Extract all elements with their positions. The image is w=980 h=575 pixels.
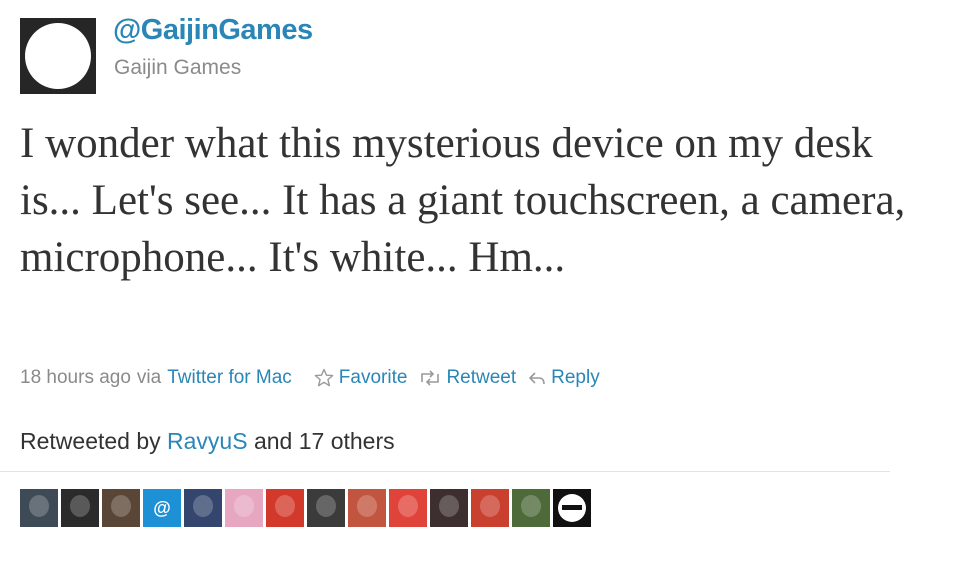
retweet-others-text: and 17 others	[253, 428, 395, 454]
tweet-timestamp[interactable]: 18 hours ago	[20, 367, 131, 389]
retweeter-avatars: @	[20, 489, 594, 527]
retweeter-avatar[interactable]	[307, 489, 345, 527]
avatar-shading	[398, 495, 418, 517]
avatar-shading	[275, 495, 295, 517]
glasses-icon	[558, 494, 586, 522]
reply-arrow-icon	[529, 372, 545, 385]
reply-button[interactable]: Reply	[528, 367, 600, 389]
retweeter-avatar[interactable]	[471, 489, 509, 527]
avatar-shading	[439, 495, 459, 517]
avatar-shading	[357, 495, 377, 517]
retweeted-by-prefix: Retweeted by	[20, 428, 161, 454]
retweeter-avatar[interactable]	[389, 489, 427, 527]
retweet-label: Retweet	[446, 367, 517, 388]
avatar-shading	[29, 495, 49, 517]
retweeter-avatar[interactable]	[430, 489, 468, 527]
tweet-meta-bar: 18 hours ago via Twitter for Mac Favorit…	[20, 364, 600, 392]
avatar-shading	[234, 495, 254, 517]
avatar-placeholder	[25, 23, 91, 89]
retweeter-link[interactable]: RavyuS	[167, 428, 248, 454]
favorite-label: Favorite	[338, 367, 408, 388]
profile-avatar[interactable]	[20, 18, 96, 94]
tweet-text: I wonder what this mysterious device on …	[20, 120, 906, 281]
retweeter-avatar[interactable]	[102, 489, 140, 527]
glasses-avatar[interactable]	[553, 489, 591, 527]
retweeter-avatar[interactable]	[266, 489, 304, 527]
reply-label: Reply	[551, 367, 600, 388]
divider	[0, 471, 890, 472]
avatar-shading	[316, 495, 336, 517]
retweeter-avatar[interactable]	[61, 489, 99, 527]
user-handle-link[interactable]: @GaijinGames	[113, 14, 313, 47]
star-icon	[314, 368, 334, 387]
avatar-shading	[480, 495, 500, 517]
retweet-icon	[421, 370, 440, 386]
retweeter-avatar[interactable]	[20, 489, 58, 527]
favorite-button[interactable]: Favorite	[314, 367, 408, 389]
source-link[interactable]: Twitter for Mac	[167, 367, 292, 389]
retweeted-by-line: Retweeted by RavyuS and 17 others	[20, 428, 395, 455]
retweeter-avatar[interactable]	[348, 489, 386, 527]
user-display-name: Gaijin Games	[114, 56, 242, 79]
at-sign-avatar[interactable]: @	[143, 489, 181, 527]
avatar-shading	[521, 495, 541, 517]
via-label: via	[136, 367, 162, 388]
retweet-button[interactable]: Retweet	[419, 367, 516, 389]
retweeter-avatar[interactable]	[512, 489, 550, 527]
at-sign-glyph: @	[153, 497, 171, 518]
avatar-shading	[70, 495, 90, 517]
avatar-shading	[193, 495, 213, 517]
retweeter-avatar[interactable]	[184, 489, 222, 527]
retweeter-avatar[interactable]	[225, 489, 263, 527]
avatar-shading	[111, 495, 131, 517]
